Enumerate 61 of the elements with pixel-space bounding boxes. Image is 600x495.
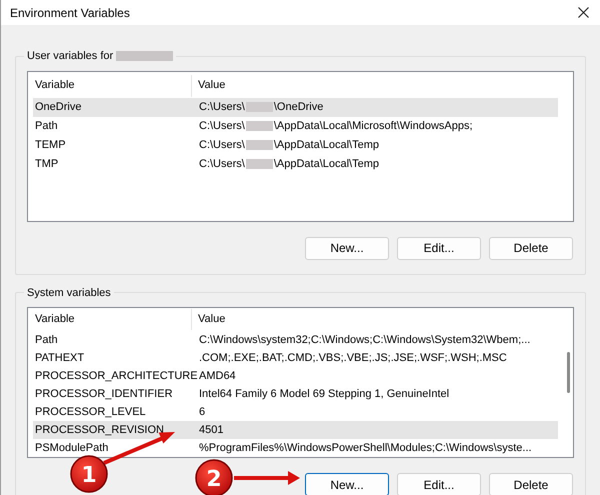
- variable-name: Path: [35, 118, 58, 134]
- variable-row[interactable]: PROCESSOR_IDENTIFIER Intel64 Family 6 Model 69 Stepping 1, GenuineIntel: [33, 385, 558, 403]
- variable-name: TEMP: [35, 138, 66, 153]
- variable-name: PSModulePath: [35, 440, 108, 456]
- variable-list[interactable]: Variable Value OneDrive C:\Users\ \OneDrive Path C:\Users\ \AppData\Local\Microsoft\WindowsApps; TEMP C:\Users\ \AppData\Local\Temp TMP C:\Users\ \AppData\Local\Temp: [27, 70, 574, 222]
- group-label: User variables for: [27, 49, 114, 64]
- dialog-button[interactable]: Delete: [489, 236, 573, 260]
- numbered-marker: 1: [70, 455, 108, 493]
- dialog-button[interactable]: New...: [305, 473, 389, 495]
- column-header[interactable]: Value: [192, 74, 558, 96]
- variable-value: \OneDrive: [274, 100, 324, 115]
- variable-value: AMD64: [199, 368, 236, 384]
- dialog-button[interactable]: Delete: [489, 473, 573, 495]
- variable-row[interactable]: TMP C:\Users\ \AppData\Local\Temp: [33, 154, 558, 174]
- redacted-name: [246, 102, 273, 112]
- variable-list[interactable]: [27, 307, 574, 458]
- variable-value: C:\Users\: [199, 156, 245, 172]
- variable-name: PROCESSOR_ARCHITECTURE: [35, 368, 198, 384]
- redacted-name: [246, 159, 273, 169]
- variable-value: C:\Users\: [199, 100, 245, 115]
- column-header[interactable]: Variable: [33, 74, 192, 96]
- variable-value: C:\Users\: [199, 138, 245, 153]
- variable-row[interactable]: PROCESSOR_REVISION 4501: [33, 421, 558, 439]
- variable-value: \AppData\Local\Temp: [274, 156, 380, 172]
- variable-name: Path: [35, 332, 58, 348]
- variable-row[interactable]: PATHEXT .COM;.EXE;.BAT;.CMD;.VBS;.VBE;.JS;.JSE;.WSF;.WSH;.MSC: [33, 349, 558, 367]
- variable-row[interactable]: PSModulePath %ProgramFiles%\WindowsPowerShell\Modules;C:\Windows\syste...: [33, 439, 558, 457]
- dialog-button[interactable]: Edit...: [397, 236, 481, 260]
- variable-row[interactable]: Path C:\Windows\system32;C:\Windows;C:\Windows\System32\Wbem;...: [33, 331, 558, 349]
- column-header[interactable]: Value: [192, 309, 558, 330]
- variable-name: PATHEXT: [35, 350, 84, 366]
- arrow: [234, 471, 300, 485]
- variable-value: \AppData\Local\Temp: [274, 138, 380, 153]
- variable-value: C:\Windows\system32;C:\Windows;C:\Windows\System32\Wbem;...: [199, 332, 530, 348]
- variable-row[interactable]: TEMP C:\Users\ \AppData\Local\Temp: [33, 136, 558, 154]
- variable-row[interactable]: OneDrive C:\Users\ \OneDrive: [33, 98, 558, 116]
- close-icon: [578, 7, 588, 18]
- variable-value: \AppData\Local\Microsoft\WindowsApps;: [274, 118, 473, 134]
- variable-name: PROCESSOR_REVISION: [35, 422, 164, 438]
- variable-row[interactable]: Path C:\Users\ \AppData\Local\Microsoft\WindowsApps;: [33, 116, 558, 136]
- group-label: System variables: [27, 286, 111, 300]
- window-title: Environment Variables: [10, 4, 130, 22]
- dialog-button[interactable]: New...: [305, 236, 389, 260]
- dialog-button[interactable]: Edit...: [397, 473, 481, 495]
- variable-name: TMP: [35, 156, 58, 172]
- scrollbar-thumb[interactable]: [567, 352, 570, 393]
- variable-row[interactable]: PROCESSOR_LEVEL 6: [33, 403, 558, 421]
- variable-value: .COM;.EXE;.BAT;.CMD;.VBS;.VBE;.JS;.JSE;.WSF;.WSH;.MSC: [199, 350, 507, 366]
- variable-row[interactable]: PROCESSOR_ARCHITECTUREAMD64: [33, 367, 558, 385]
- variable-value: 6: [199, 404, 206, 420]
- variable-name: PROCESSOR_IDENTIFIER: [35, 386, 173, 402]
- variable-value: %ProgramFiles%\WindowsPowerShell\Modules;C:\Windows\syste...: [199, 440, 532, 456]
- column-header[interactable]: Variable: [33, 309, 192, 330]
- numbered-marker: 2: [195, 459, 233, 495]
- variable-name: OneDrive: [35, 100, 82, 115]
- variable-value: 4501: [199, 422, 224, 438]
- variable-value: C:\Users\: [199, 118, 245, 134]
- redacted-name: [246, 121, 273, 131]
- redacted-name: [246, 140, 273, 150]
- variable-name: PROCESSOR_LEVEL: [35, 404, 146, 420]
- variable-value: Intel64 Family 6 Model 69 Stepping 1, GenuineIntel: [199, 386, 450, 402]
